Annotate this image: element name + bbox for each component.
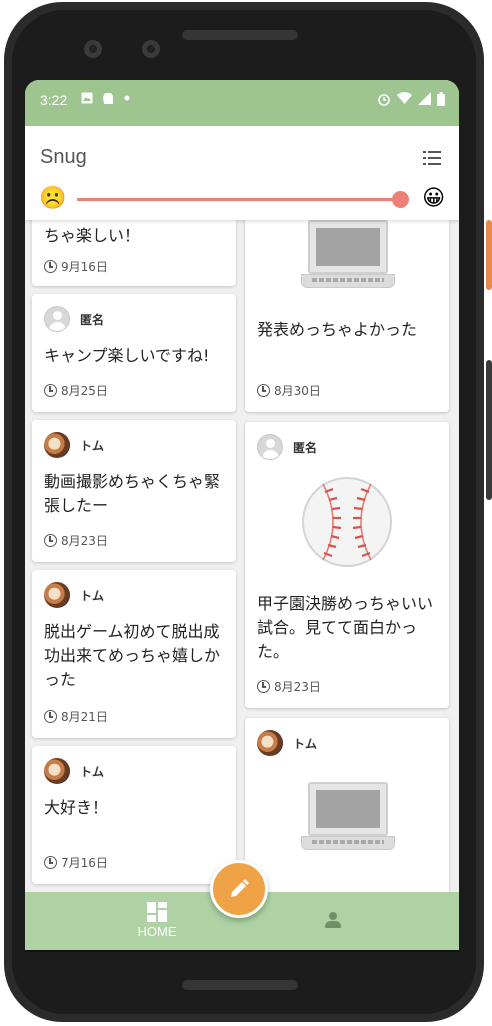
earpiece-speaker — [182, 30, 298, 40]
laptop-icon — [301, 220, 395, 292]
status-system-icons — [377, 92, 445, 110]
post-card[interactable]: 発表めっちゃよかった 8月30日 — [245, 220, 449, 412]
post-date: 9月16日 — [44, 258, 108, 275]
mood-slider-track[interactable] — [77, 191, 410, 208]
author-name: トム — [80, 588, 105, 603]
wifi-icon — [397, 92, 412, 110]
clock-icon — [44, 384, 57, 397]
post-date-text: 7月16日 — [61, 856, 108, 870]
post-date: 8月21日 — [44, 708, 108, 725]
post-date-text: 8月21日 — [61, 710, 108, 724]
post-text: 動画撮影めちゃくちゃ緊張したー — [44, 472, 221, 515]
mood-slider[interactable]: ☹️ 😀 — [39, 186, 445, 214]
user-avatar — [44, 758, 70, 784]
user-avatar — [44, 432, 70, 458]
clock-icon — [257, 384, 270, 397]
sad-face-icon: ☹️ — [39, 186, 67, 211]
author-name: トム — [80, 438, 105, 453]
user-avatar — [44, 582, 70, 608]
post-card[interactable]: トム — [245, 718, 449, 892]
post-author: 匿名 — [44, 306, 104, 332]
battery-icon — [437, 92, 445, 110]
app-bar: Snug ☹️ 😀 — [25, 126, 459, 220]
dashboard-icon — [147, 902, 167, 922]
mood-slider-thumb[interactable] — [392, 191, 410, 208]
author-name: 匿名 — [80, 312, 105, 327]
post-card[interactable]: ちゃ楽しい！ 9月16日 — [32, 220, 236, 286]
nav-home-tab[interactable]: HOME — [117, 902, 197, 939]
post-date: 8月30日 — [257, 382, 321, 399]
post-text: 発表めっちゃよかった — [257, 320, 418, 339]
post-card[interactable]: 匿名 キャンプ楽しいですね! 8月25日 — [32, 294, 236, 412]
status-bar: 3:22 — [25, 80, 459, 126]
post-date-text: 9月16日 — [61, 260, 108, 274]
anonymous-avatar-icon — [257, 434, 283, 460]
signal-icon — [418, 92, 431, 110]
post-card[interactable]: トム 動画撮影めちゃくちゃ緊張したー 8月23日 — [32, 420, 236, 562]
post-author: 匿名 — [257, 434, 317, 460]
post-date-text: 8月23日 — [61, 534, 108, 548]
post-date: 8月25日 — [44, 382, 108, 399]
person-icon — [323, 910, 343, 930]
front-camera-icon — [84, 40, 102, 58]
laptop-icon — [301, 782, 395, 854]
post-text: 大好き！ — [44, 798, 109, 817]
post-text: キャンプ楽しいですね! — [44, 346, 210, 365]
post-card[interactable]: 匿名 甲子園決勝めっちゃいい試合。見てて面白かった。 8月23日 — [245, 422, 449, 708]
bottom-speaker — [182, 980, 298, 990]
author-name: トム — [293, 736, 318, 751]
post-author: トム — [44, 432, 104, 458]
clock-icon — [44, 710, 57, 723]
dot-icon — [123, 92, 131, 109]
post-card[interactable]: トム 脱出ゲーム初めて脱出成功出来てめっちゃ嬉しかった 8月21日 — [32, 570, 236, 738]
post-text: 甲子園決勝めっちゃいい試合。見てて面白かった。 — [257, 594, 434, 661]
nav-home-label: HOME — [137, 924, 177, 939]
app-title: Snug — [40, 146, 87, 168]
post-text: ちゃ楽しい！ — [44, 226, 141, 245]
anonymous-avatar-icon — [44, 306, 70, 332]
post-author: トム — [257, 730, 317, 756]
compose-post-button[interactable] — [210, 860, 268, 918]
screen-edge — [25, 950, 459, 952]
status-notification-icons — [81, 92, 131, 109]
author-name: トム — [80, 764, 105, 779]
post-date-text: 8月30日 — [274, 384, 321, 398]
clock-icon — [44, 260, 57, 273]
mood-slider-fill — [77, 198, 401, 201]
user-avatar — [257, 730, 283, 756]
post-date: 8月23日 — [257, 678, 321, 695]
post-date-text: 8月23日 — [274, 680, 321, 694]
baseball-icon — [302, 477, 392, 567]
status-time: 3:22 — [40, 92, 68, 108]
alarm-icon — [377, 92, 391, 110]
nav-profile-tab[interactable] — [323, 910, 343, 930]
post-card[interactable]: トム 大好き！ 7月16日 — [32, 746, 236, 884]
list-icon[interactable] — [423, 150, 441, 166]
image-icon — [81, 92, 93, 109]
volume-button — [486, 220, 492, 290]
happy-face-icon: 😀 — [422, 186, 445, 211]
post-date: 8月23日 — [44, 532, 108, 549]
post-author: トム — [44, 758, 104, 784]
sensor-icon — [142, 40, 160, 58]
clock-icon — [44, 856, 57, 869]
author-name: 匿名 — [293, 440, 318, 455]
app-screen: 3:22 Snug ☹️ 😀 ちゃ楽しい！ 9月16日 匿名 キャンプ楽しいです… — [25, 80, 459, 950]
post-feed[interactable]: ちゃ楽しい！ 9月16日 匿名 キャンプ楽しいですね! 8月25日 トム 動画撮… — [25, 220, 459, 892]
pencil-icon — [231, 879, 249, 897]
evernote-icon — [102, 92, 114, 109]
clock-icon — [257, 680, 270, 693]
post-text: 脱出ゲーム初めて脱出成功出来てめっちゃ嬉しかった — [44, 622, 221, 689]
power-button — [486, 360, 492, 500]
clock-icon — [44, 534, 57, 547]
post-date: 7月16日 — [44, 854, 108, 871]
post-author: トム — [44, 582, 104, 608]
post-date-text: 8月25日 — [61, 384, 108, 398]
